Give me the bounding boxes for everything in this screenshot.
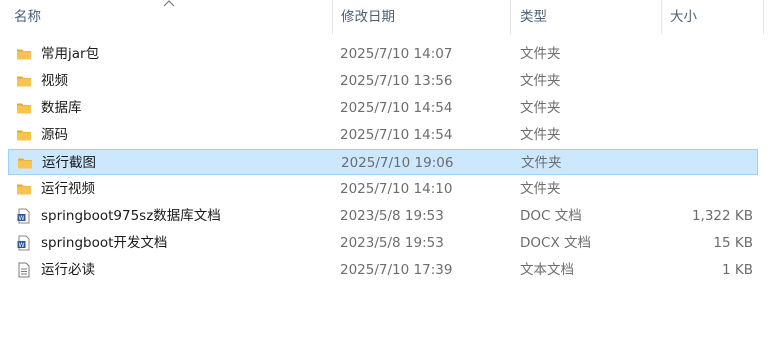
file-row[interactable]: Wspringboot开发文档 2023/5/8 19:53 DOCX 文档 15 K…: [8, 230, 758, 256]
file-modified-date: 2025/7/10 19:06: [341, 155, 454, 171]
file-size: 15 KB: [713, 235, 753, 251]
file-modified-date: 2025/7/10 14:54: [340, 127, 453, 143]
file-modified-date: 2025/7/10 17:39: [340, 262, 453, 278]
file-name: 源码: [41, 127, 68, 143]
file-modified-date: 2023/5/8 19:53: [340, 208, 444, 224]
file-name: 视频: [41, 73, 68, 89]
file-modified-date: 2025/7/10 14:07: [340, 46, 453, 62]
column-header-name[interactable]: 名称: [14, 0, 41, 34]
text-file-icon: [16, 262, 32, 278]
file-row[interactable]: 运行必读 2025/7/10 17:39 文本文档 1 KB: [8, 257, 758, 283]
sort-ascending-icon: [163, 0, 175, 7]
file-type: 文件夹: [520, 181, 561, 197]
file-type: DOCX 文档: [520, 235, 591, 251]
file-row[interactable]: 视频 2025/7/10 13:56 文件夹: [8, 68, 758, 94]
column-divider[interactable]: [763, 0, 764, 34]
file-row[interactable]: Wspringboot975sz数据库文档 2023/5/8 19:53 DOC 文…: [8, 203, 758, 229]
file-type: 文件夹: [521, 155, 562, 171]
column-header-modified[interactable]: 修改日期: [341, 0, 395, 34]
file-type: 文件夹: [520, 127, 561, 143]
file-type: 文件夹: [520, 100, 561, 116]
file-name: springboot975sz数据库文档: [41, 208, 221, 224]
file-modified-date: 2025/7/10 14:10: [340, 181, 453, 197]
file-name: springboot开发文档: [41, 235, 168, 251]
file-modified-date: 2025/7/10 13:56: [340, 73, 453, 89]
file-type: 文本文档: [520, 262, 574, 278]
column-divider[interactable]: [510, 0, 511, 34]
column-header-size[interactable]: 大小: [670, 0, 697, 34]
file-row[interactable]: 常用jar包 2025/7/10 14:07 文件夹: [8, 41, 758, 67]
file-name: 常用jar包: [41, 46, 100, 62]
word-doc-icon: W: [16, 208, 32, 224]
file-name: 运行必读: [41, 262, 95, 278]
word-docx-icon: W: [16, 235, 32, 251]
file-type: 文件夹: [520, 46, 561, 62]
file-size: 1 KB: [722, 262, 753, 278]
file-type: DOC 文档: [520, 208, 582, 224]
file-row[interactable]: 运行视频 2025/7/10 14:10 文件夹: [8, 176, 758, 202]
svg-text:W: W: [19, 242, 25, 249]
file-row[interactable]: 运行截图 2025/7/10 19:06 文件夹: [8, 149, 758, 175]
folder-icon: [16, 46, 32, 62]
file-name: 数据库: [41, 100, 82, 116]
folder-icon: [16, 127, 32, 143]
column-header-type[interactable]: 类型: [520, 0, 547, 34]
file-size: 1,322 KB: [691, 208, 753, 224]
svg-text:W: W: [19, 215, 25, 222]
folder-icon: [17, 155, 33, 171]
folder-icon: [16, 100, 32, 116]
file-modified-date: 2025/7/10 14:54: [340, 100, 453, 116]
column-divider[interactable]: [661, 0, 662, 34]
folder-icon: [16, 181, 32, 197]
file-row[interactable]: 源码 2025/7/10 14:54 文件夹: [8, 122, 758, 148]
column-header: 名称 修改日期 类型 大小: [0, 0, 775, 34]
file-name: 运行截图: [42, 155, 96, 171]
column-divider[interactable]: [332, 0, 333, 34]
file-row[interactable]: 数据库 2025/7/10 14:54 文件夹: [8, 95, 758, 121]
file-type: 文件夹: [520, 73, 561, 89]
file-modified-date: 2023/5/8 19:53: [340, 235, 444, 251]
file-name: 运行视频: [41, 181, 95, 197]
folder-icon: [16, 73, 32, 89]
